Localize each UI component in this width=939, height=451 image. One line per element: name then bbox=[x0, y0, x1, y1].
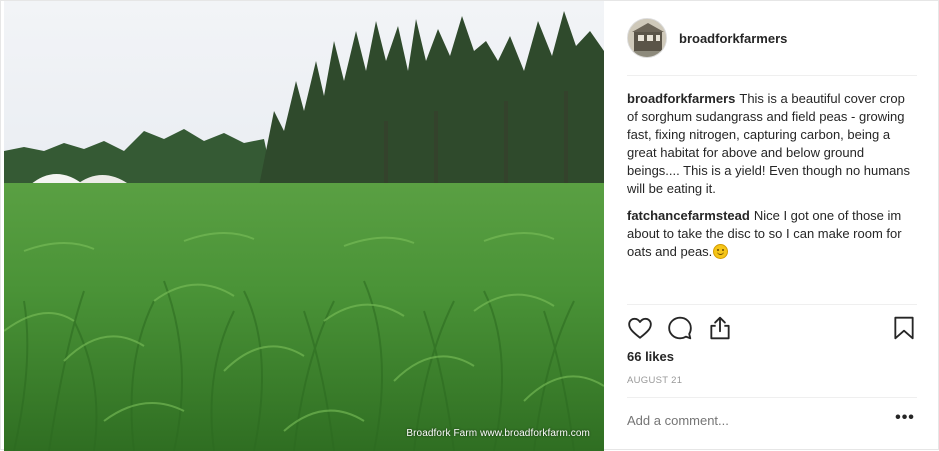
header-divider bbox=[627, 75, 917, 76]
share-button[interactable] bbox=[707, 315, 735, 343]
save-button[interactable] bbox=[891, 315, 919, 343]
photo-watermark: Broadfork Farm www.broadforkfarm.com bbox=[406, 428, 590, 439]
share-upload-icon bbox=[710, 316, 730, 340]
instagram-post: Broadfork Farm www.broadforkfarm.com bro… bbox=[0, 0, 939, 451]
bookmark-icon bbox=[894, 316, 914, 340]
post-username[interactable]: broadforkfarmers bbox=[679, 31, 787, 46]
avatar[interactable] bbox=[627, 18, 667, 58]
likes-count[interactable]: 66 likes bbox=[627, 349, 674, 364]
comment-bubble-icon bbox=[668, 316, 692, 340]
add-comment-divider bbox=[627, 397, 917, 398]
post-photo[interactable]: Broadfork Farm www.broadforkfarm.com bbox=[4, 1, 604, 451]
add-comment-input[interactable] bbox=[627, 413, 891, 428]
comment-item: fatchancefarmstead Nice I got one of thos… bbox=[627, 207, 911, 261]
comment-author[interactable]: fatchancefarmstead bbox=[627, 208, 750, 223]
caption: broadforkfarmers This is a beautiful cove… bbox=[627, 90, 911, 198]
smiling-face-emoji-icon bbox=[713, 244, 729, 259]
more-options-button[interactable]: ••• bbox=[893, 410, 917, 429]
comments-list: broadforkfarmers This is a beautiful cove… bbox=[627, 90, 911, 270]
caption-text: This is a beautiful cover crop of sorghu… bbox=[627, 91, 911, 196]
post-side-panel: broadforkfarmers broadforkfarmers This is… bbox=[605, 1, 938, 451]
comment-button[interactable] bbox=[667, 315, 695, 343]
post-header: broadforkfarmers bbox=[627, 17, 787, 59]
post-actions bbox=[627, 315, 917, 343]
post-date[interactable]: AUGUST 21 bbox=[627, 375, 682, 386]
caption-author[interactable]: broadforkfarmers bbox=[627, 91, 735, 106]
heart-icon bbox=[628, 317, 652, 339]
cover-crop-field-image bbox=[4, 1, 604, 451]
avatar-image bbox=[628, 19, 666, 57]
like-button[interactable] bbox=[627, 315, 655, 343]
actions-divider bbox=[627, 304, 917, 305]
